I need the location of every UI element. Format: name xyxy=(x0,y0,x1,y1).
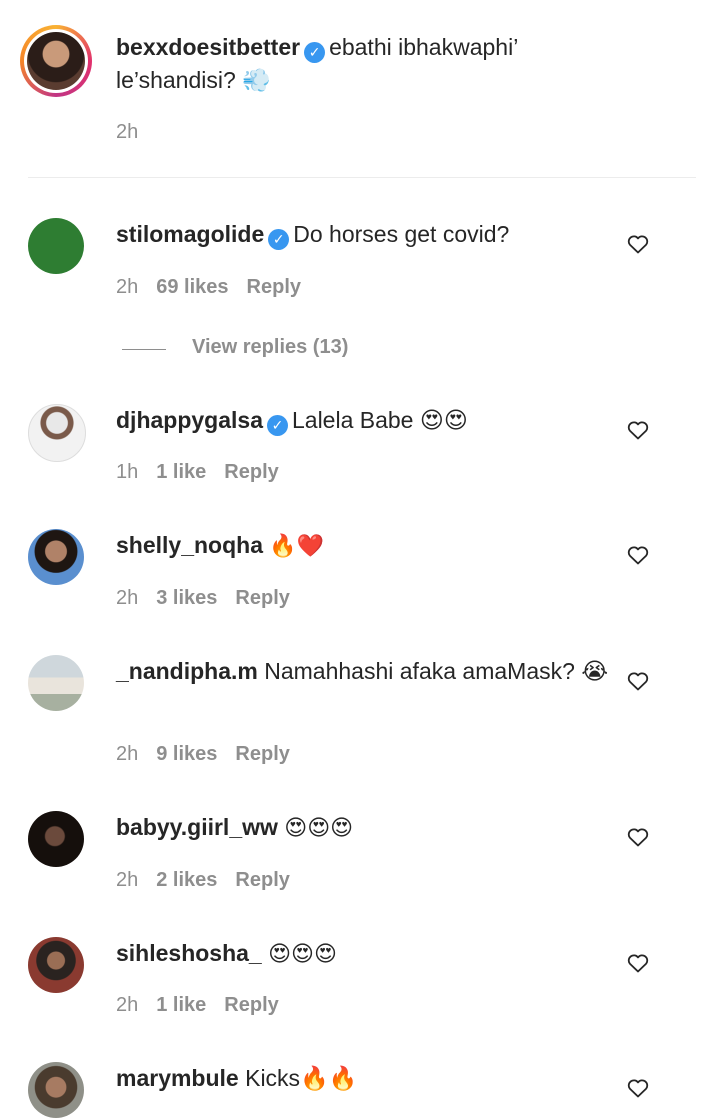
comment-text-block: _nandipha.m Namahhashi afaka amaMask? 😭 xyxy=(116,655,630,688)
caption-meta: 2h xyxy=(116,121,156,144)
comment-text: Namahhashi afaka amaMask? 😭 xyxy=(264,658,609,684)
comment-likes[interactable]: 69 likes xyxy=(156,276,228,298)
avatar[interactable] xyxy=(28,1062,84,1118)
comment-username[interactable]: shelly_noqha xyxy=(116,532,263,558)
comment-time: 2h xyxy=(116,743,139,765)
heart-outline-icon[interactable] xyxy=(626,1076,650,1100)
comment-meta: 2h 69 likes Reply xyxy=(116,276,319,299)
comment-time: 1h xyxy=(116,461,139,483)
comment-text: 😍😍😍 xyxy=(284,815,354,840)
caption-avatar-story-ring[interactable] xyxy=(20,25,92,97)
comment-likes[interactable]: 2 likes xyxy=(156,869,217,891)
comment-text-block: stilomagolide ✓ Do horses get covid? xyxy=(116,218,630,251)
verified-badge-icon: ✓ xyxy=(304,42,326,63)
caption-avatar xyxy=(27,32,85,90)
avatar[interactable] xyxy=(28,218,84,274)
comment-username[interactable]: djhappygalsa xyxy=(116,407,263,433)
comment-meta: 1h 1 like Reply xyxy=(116,461,297,484)
reply-button[interactable]: Reply xyxy=(235,869,289,891)
comment-meta: 2h 3 likes Reply xyxy=(116,587,308,610)
post-caption: bexxdoesitbetter ✓ ebathi ibhakwaphi’ le’s… xyxy=(0,0,720,178)
comment-meta: 2h 1 like Reply xyxy=(116,994,297,1017)
comment-likes[interactable]: 3 likes xyxy=(156,587,217,609)
view-replies-line xyxy=(122,349,166,350)
reply-button[interactable]: Reply xyxy=(224,994,278,1016)
comment-text-block: babyy.giirl_ww 😍😍😍 xyxy=(116,811,630,844)
comment-likes[interactable]: 9 likes xyxy=(156,743,217,765)
comment-text: 🔥❤️ xyxy=(269,533,325,558)
comment-time: 2h xyxy=(116,276,139,298)
comment-likes[interactable]: 1 like xyxy=(156,994,206,1016)
caption-text-block: bexxdoesitbetter ✓ ebathi ibhakwaphi’ le’s… xyxy=(116,31,630,97)
comment-text-block: shelly_noqha 🔥❤️ xyxy=(116,529,630,562)
comment-text-block: sihleshosha_ 😍😍😍 xyxy=(116,937,630,970)
reply-button[interactable]: Reply xyxy=(247,276,301,298)
comment-text: Do horses get covid? xyxy=(293,221,510,247)
avatar[interactable] xyxy=(28,811,84,867)
comment-username[interactable]: stilomagolide xyxy=(116,221,264,247)
comment-likes[interactable]: 1 like xyxy=(156,461,206,483)
avatar[interactable] xyxy=(28,529,84,585)
verified-badge-icon: ✓ xyxy=(268,229,290,250)
comment-time: 2h xyxy=(116,869,139,891)
comment-meta: 2h 9 likes Reply xyxy=(116,743,308,766)
verified-badge-icon: ✓ xyxy=(266,415,288,436)
avatar[interactable] xyxy=(28,655,84,711)
comment-text-block: djhappygalsa ✓ Lalela Babe 😍😍 xyxy=(116,404,630,437)
comment-time: 2h xyxy=(116,994,139,1016)
heart-outline-icon[interactable] xyxy=(626,232,650,256)
comment-text-block: marymbule Kicks🔥🔥 xyxy=(116,1062,630,1095)
comment-username[interactable]: babyy.giirl_ww xyxy=(116,814,278,840)
view-replies-label: View replies (13) xyxy=(192,336,349,358)
comment-username[interactable]: marymbule xyxy=(116,1065,239,1091)
comment-username[interactable]: _nandipha.m xyxy=(116,658,258,684)
caption-username[interactable]: bexxdoesitbetter xyxy=(116,34,300,60)
caption-time: 2h xyxy=(116,121,139,143)
heart-outline-icon[interactable] xyxy=(626,418,650,442)
heart-outline-icon[interactable] xyxy=(626,669,650,693)
avatar[interactable] xyxy=(28,937,84,993)
comment-text: Lalela Babe 😍😍 xyxy=(291,407,468,433)
reply-button[interactable]: Reply xyxy=(224,461,278,483)
heart-outline-icon[interactable] xyxy=(626,951,650,975)
comment-text: 😍😍😍 xyxy=(268,941,337,966)
heart-outline-icon[interactable] xyxy=(626,543,650,567)
avatar[interactable] xyxy=(28,404,86,462)
comment-time: 2h xyxy=(116,587,139,609)
comment-text: Kicks🔥🔥 xyxy=(245,1065,358,1091)
heart-outline-icon[interactable] xyxy=(626,825,650,849)
reply-button[interactable]: Reply xyxy=(235,743,289,765)
reply-button[interactable]: Reply xyxy=(235,587,289,609)
caption-divider xyxy=(28,177,696,178)
comment-username[interactable]: sihleshosha_ xyxy=(116,940,262,966)
comment-meta: 2h 2 likes Reply xyxy=(116,869,308,892)
